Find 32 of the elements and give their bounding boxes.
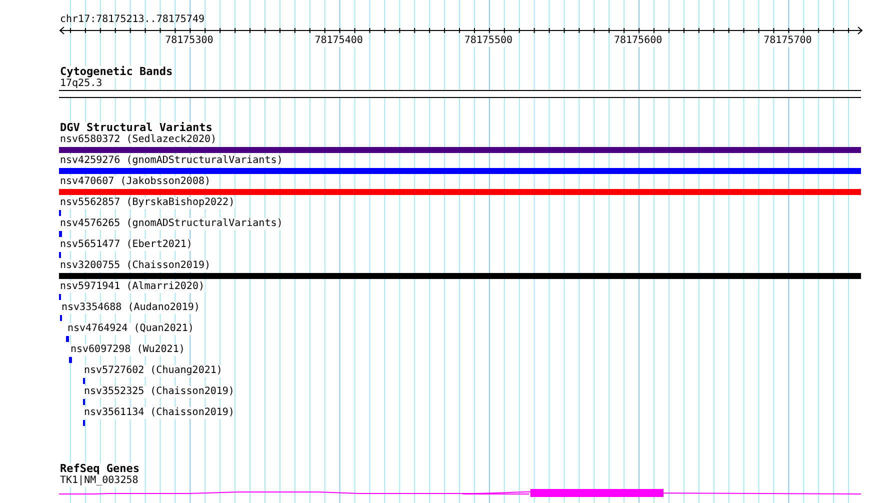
variant-label: nsv470607 (Jakobsson2008)	[59, 176, 211, 188]
band-label: 17q25.3	[59, 78, 102, 90]
gene-label: TK1|NM_003258	[59, 475, 138, 487]
gene-model-drawing[interactable]	[59, 488, 861, 498]
variant-label: nsv5651477 (Ebert2021)	[59, 239, 192, 251]
tick-label: 78175700	[764, 35, 812, 47]
variant-label: nsv3552325 (Chaisson2019)	[82, 386, 234, 398]
variant-bar[interactable]	[66, 336, 70, 342]
variant-label: nsv3200755 (Chaisson2019)	[59, 260, 211, 272]
tick-label: 78175600	[614, 35, 662, 47]
variant-bar[interactable]	[82, 378, 85, 384]
variant-label: nsv6097298 (Wu2021)	[69, 344, 185, 356]
variant-bar[interactable]	[82, 420, 85, 426]
variant-label: nsv5971941 (Almarri2020)	[59, 281, 204, 293]
track-title[interactable]: Cytogenetic Bands	[59, 66, 173, 78]
tick-label: 78175500	[464, 35, 512, 47]
variant-bar[interactable]	[60, 315, 62, 321]
location-label: chr17:78175213..78175749	[59, 14, 206, 26]
variant-label: nsv4259276 (gnomADStructuralVariants)	[59, 155, 283, 167]
variant-bar[interactable]	[82, 399, 85, 405]
variant-label: nsv3354688 (Audano2019)	[60, 302, 200, 314]
variant-label: nsv6580372 (Sedlazeck2020)	[59, 134, 217, 146]
variant-bar[interactable]	[69, 357, 72, 363]
variant-label: nsv4576265 (gnomADStructuralVariants)	[59, 218, 283, 230]
variant-label: nsv5562857 (ByrskaBishop2022)	[59, 197, 235, 209]
tick-label: 78175400	[314, 35, 363, 47]
track-title[interactable]: DGV Structural Variants	[59, 122, 212, 134]
variant-label: nsv4764924 (Quan2021)	[66, 323, 194, 335]
track-title[interactable]: RefSeq Genes	[59, 463, 140, 475]
variant-label: nsv3561134 (Chaisson2019)	[82, 407, 234, 419]
variant-label: nsv5727602 (Chuang2021)	[82, 365, 222, 377]
tick-label: 78175300	[165, 35, 214, 47]
